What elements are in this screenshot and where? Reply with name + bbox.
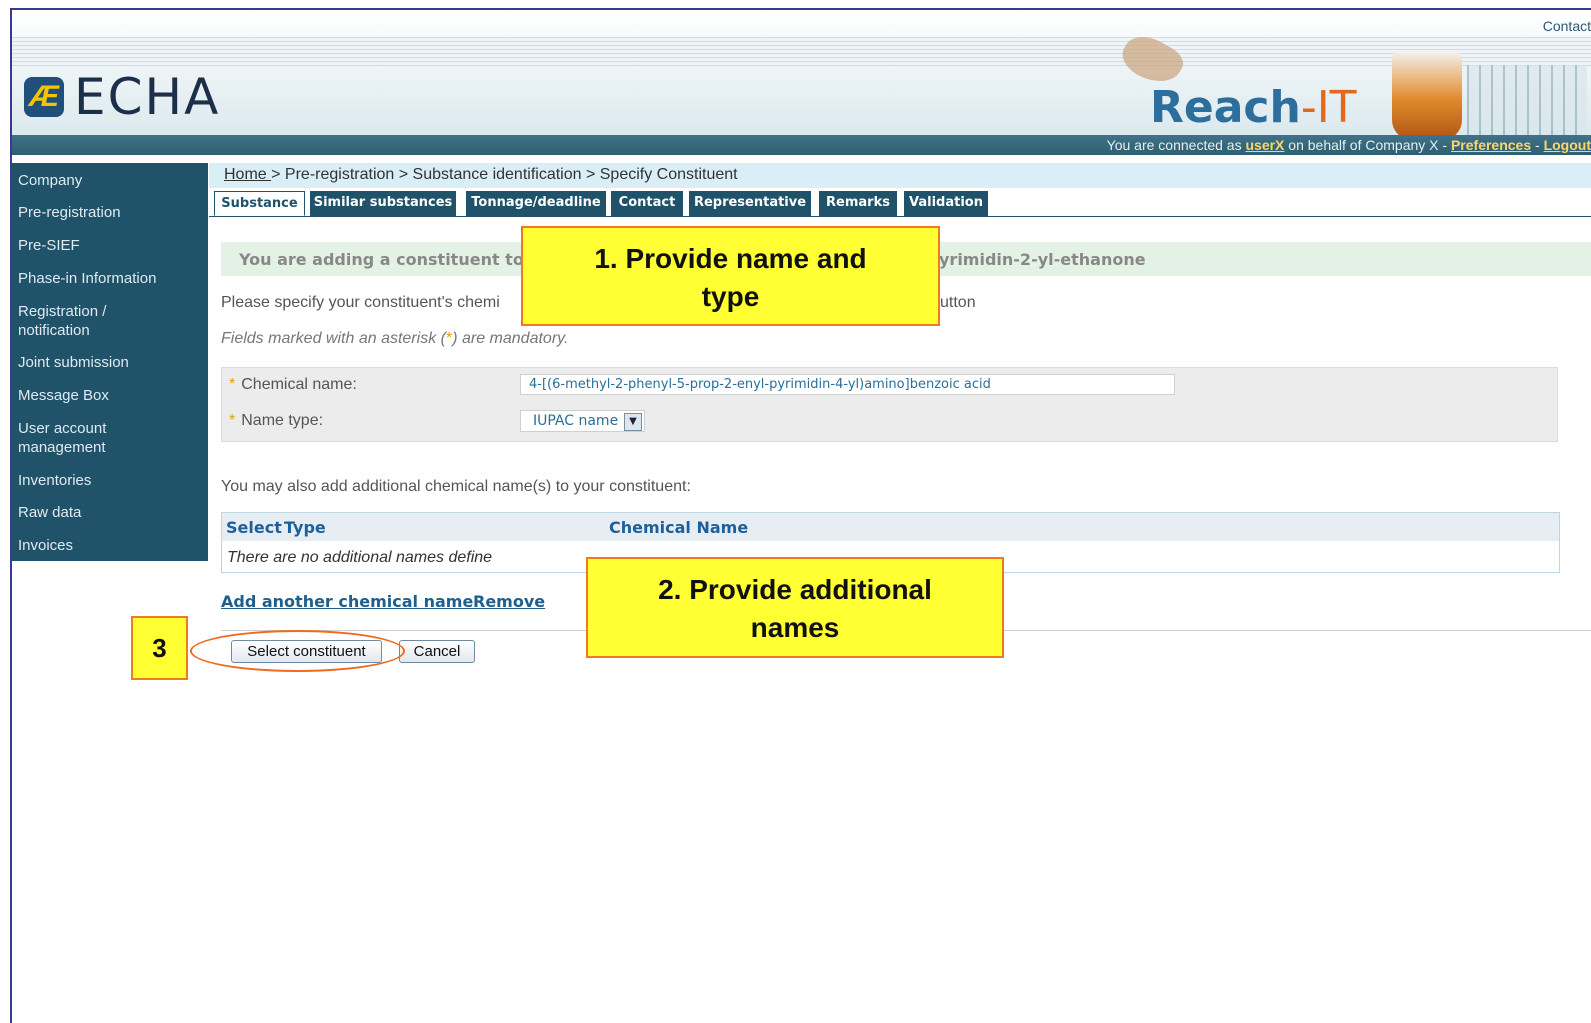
instruction-text: Please specify your constituent's chemi [221, 294, 500, 311]
sidebar-item-registration-line2[interactable]: notification [12, 321, 96, 340]
sidebar-item-phase-in-information[interactable]: Phase-in Information [12, 269, 162, 288]
callout-1-line1: 1. Provide name and [594, 243, 867, 274]
contact-link[interactable]: Contact [1543, 18, 1591, 34]
instruction-text-end: utton [940, 294, 976, 311]
additional-names-text: You may also add additional chemical nam… [221, 478, 691, 495]
name-type-value: IUPAC name [533, 413, 619, 429]
mandatory-note-a: Fields marked with an asterisk ( [221, 330, 446, 347]
tab-remarks[interactable]: Remarks [819, 191, 897, 216]
conn-dash: - [1531, 137, 1544, 153]
chemical-name-label: * Chemical name: [229, 376, 357, 394]
breadcrumb: Home > Pre-registration > Substance iden… [224, 166, 738, 184]
user-link[interactable]: userX [1245, 137, 1284, 153]
conn-prefix: You are connected as [1106, 137, 1246, 153]
sidebar-item-user-account[interactable]: User account [12, 419, 112, 438]
remove-link[interactable]: Remove [473, 592, 545, 611]
required-asterisk: * [229, 376, 236, 393]
sidebar-item-inventories[interactable]: Inventories [12, 471, 97, 490]
tab-substance[interactable]: Substance [214, 191, 305, 216]
circuit-graphic [1467, 65, 1587, 135]
sidebar-item-registration[interactable]: Registration / [12, 302, 112, 321]
name-type-label: * Name type: [229, 412, 323, 430]
connection-bar: You are connected as userX on behalf of … [12, 135, 1591, 155]
cancel-button[interactable]: Cancel [399, 640, 475, 663]
callout-step-3: 3 [131, 616, 188, 680]
callout-provide-name-type: 1. Provide name and type [521, 226, 940, 326]
required-asterisk: * [229, 412, 236, 429]
column-header-type: Type [284, 518, 326, 537]
tab-contact[interactable]: Contact [611, 191, 683, 216]
highlight-oval [190, 630, 405, 672]
sidebar-item-pre-sief[interactable]: Pre-SIEF [12, 236, 86, 255]
sidebar-item-pre-registration[interactable]: Pre-registration [12, 203, 127, 222]
callout-2-line2: names [750, 612, 840, 643]
tab-underline [209, 216, 1591, 217]
reach-it-logo-a: Reach [1150, 82, 1301, 133]
reach-it-logo-b: -IT [1300, 82, 1357, 133]
breadcrumb-home-link[interactable]: Home [224, 166, 271, 183]
adding-prefix: You are adding a constituent to: I [239, 250, 542, 269]
tab-representative[interactable]: Representative [689, 191, 811, 216]
header-stripes [12, 37, 1591, 67]
echa-logo-text: ECHA [74, 68, 221, 126]
callout-2-line1: 2. Provide additional [658, 574, 932, 605]
conn-mid: on behalf of Company X - [1284, 137, 1451, 153]
mandatory-note-b: ) are mandatory. [452, 330, 569, 347]
preferences-link[interactable]: Preferences [1451, 137, 1531, 153]
callout-provide-additional-names: 2. Provide additional names [586, 557, 1004, 658]
name-type-label-text: Name type: [241, 412, 324, 429]
reach-it-logo: Reach-IT [1150, 82, 1357, 133]
table-empty-row: There are no additional names define [227, 549, 493, 566]
sidebar-item-user-account-line2[interactable]: management [12, 438, 112, 457]
sidebar-item-company[interactable]: Company [12, 171, 88, 190]
tab-similar-substances[interactable]: Similar substances [310, 191, 456, 216]
logout-link[interactable]: Logout [1544, 137, 1591, 153]
tab-tonnage-deadline[interactable]: Tonnage/deadline [466, 191, 606, 216]
sidebar-item-raw-data[interactable]: Raw data [12, 503, 87, 522]
sidebar-item-message-box[interactable]: Message Box [12, 386, 115, 405]
mandatory-note: Fields marked with an asterisk (*) are m… [221, 330, 568, 348]
sidebar-item-invoices[interactable]: Invoices [12, 536, 79, 555]
chemical-name-label-text: Chemical name: [241, 376, 357, 393]
echa-logo-icon: Æ [24, 77, 64, 117]
sidebar-nav: Company Pre-registration Pre-SIEF Phase-… [12, 163, 208, 561]
site-header: Contact Æ ECHA Reach-IT [12, 10, 1591, 135]
adding-suffix: yrimidin-2-yl-ethanone [939, 250, 1146, 269]
column-header-chemical-name: Chemical Name [609, 518, 749, 537]
echa-logo[interactable]: Æ ECHA [24, 68, 220, 126]
flask-graphic [1392, 50, 1462, 135]
table-header: Select Type Chemical Name [222, 513, 1559, 541]
chevron-down-icon[interactable]: ▼ [624, 413, 642, 431]
column-header-select: Select [226, 518, 282, 537]
breadcrumb-path: > Pre-registration > Substance identific… [271, 166, 738, 183]
tab-validation[interactable]: Validation [904, 191, 988, 216]
chemical-name-field[interactable]: 4-[(6-methyl-2-phenyl-5-prop-2-enyl-pyri… [520, 374, 1175, 395]
callout-1-line2: type [701, 281, 760, 312]
name-type-select[interactable]: IUPAC name ▼ [520, 410, 645, 432]
add-chemical-name-link[interactable]: Add another chemical name [221, 592, 473, 611]
sidebar-item-joint-submission[interactable]: Joint submission [12, 353, 135, 372]
